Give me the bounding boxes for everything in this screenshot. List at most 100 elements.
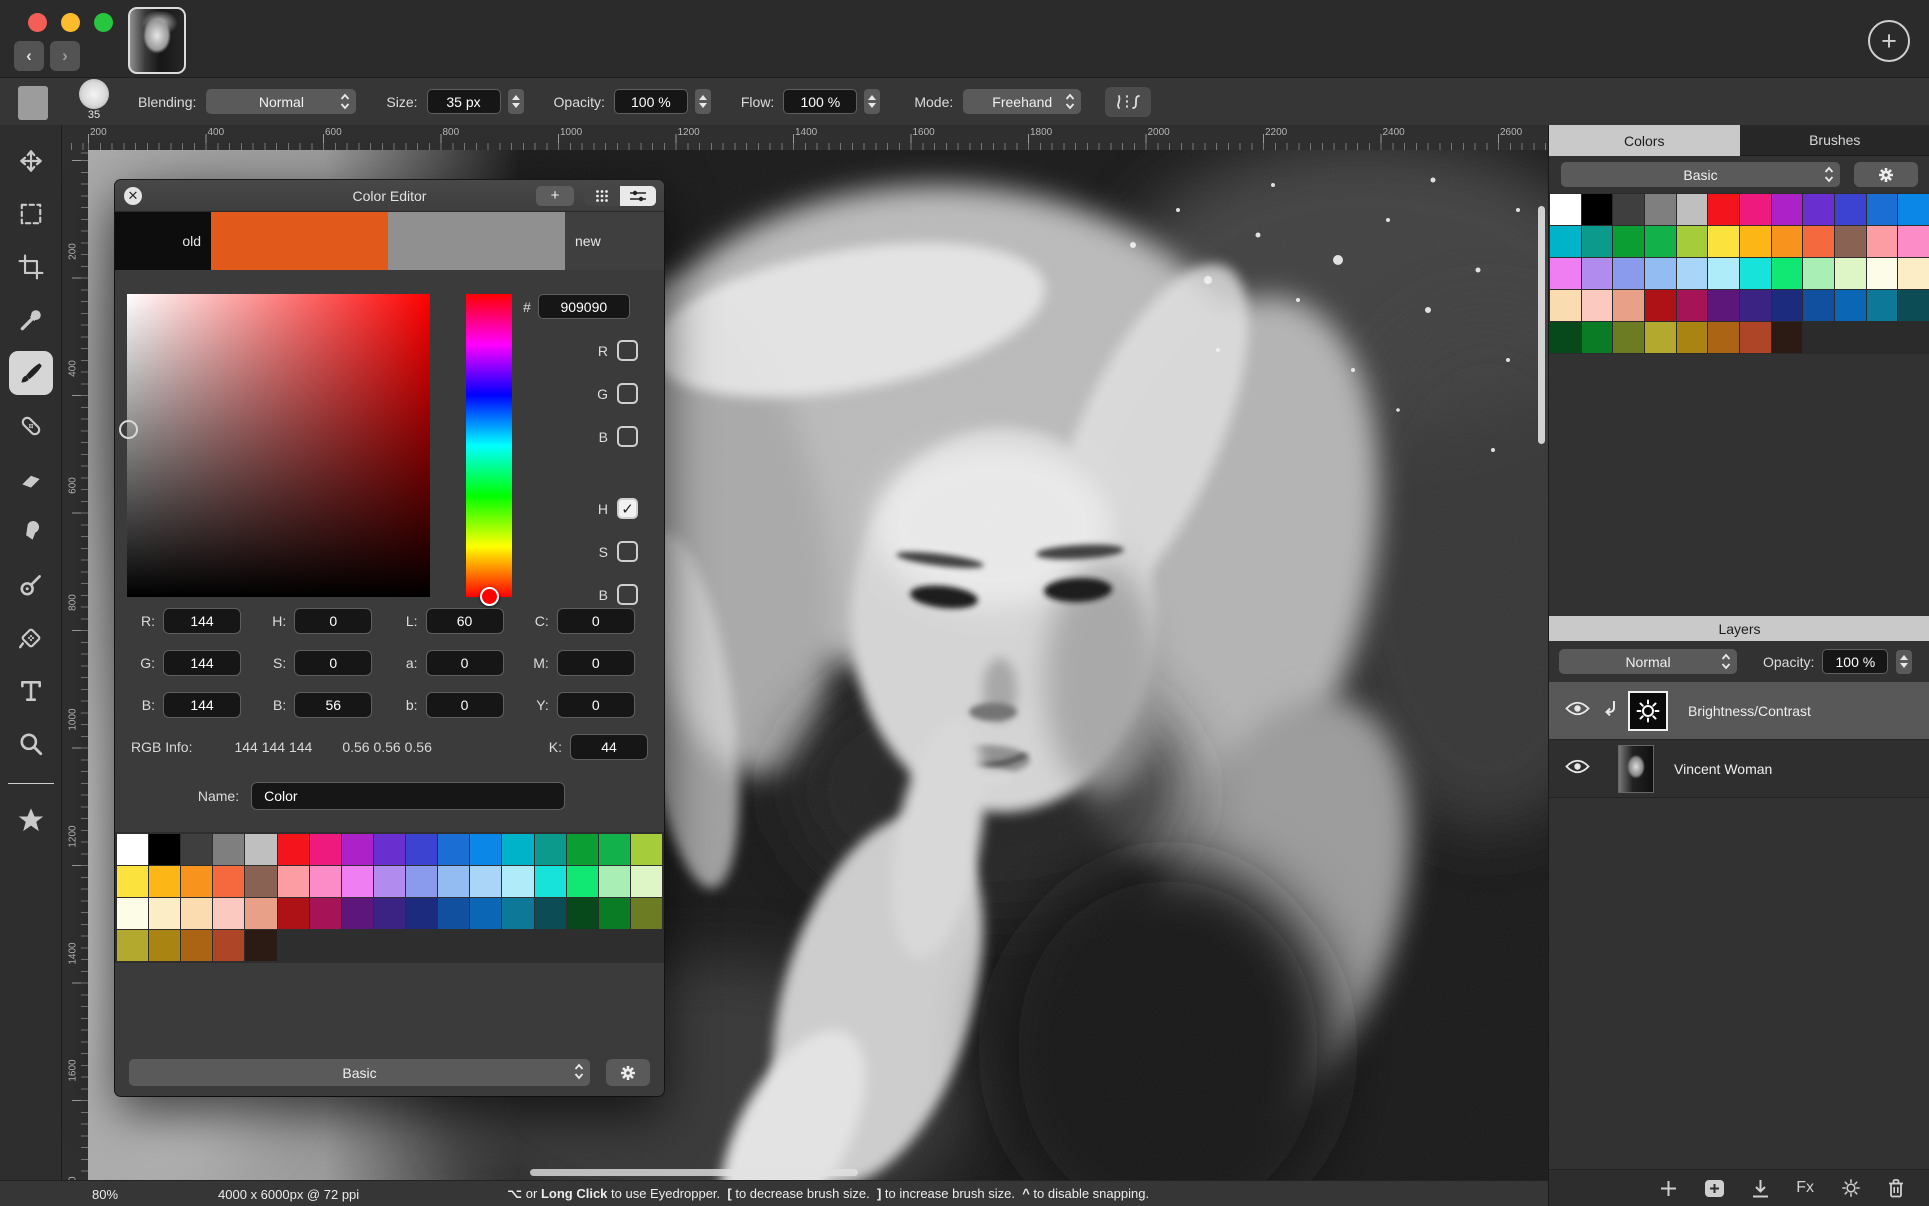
brightness-contrast-adjustment-icon[interactable] [1628, 690, 1668, 731]
crop-tool[interactable] [9, 245, 53, 289]
hex-input[interactable]: 909090 [537, 294, 630, 319]
color-swatch[interactable] [598, 834, 630, 865]
hue-strip[interactable] [466, 294, 512, 606]
color-swatch[interactable] [502, 834, 534, 865]
color-swatch[interactable] [373, 834, 406, 865]
value-input[interactable]: 56 [294, 692, 373, 718]
color-swatch[interactable] [1834, 194, 1866, 225]
color-swatch[interactable] [630, 866, 662, 897]
retouch-tool[interactable] [9, 404, 53, 448]
color-swatch[interactable] [309, 866, 341, 897]
color-swatch[interactable] [181, 866, 213, 897]
color-swatch[interactable] [438, 866, 470, 897]
color-swatch[interactable] [1708, 258, 1739, 289]
layer-thumbnail[interactable] [1618, 744, 1654, 793]
color-swatch[interactable] [1771, 226, 1803, 257]
color-swatch[interactable] [1613, 258, 1644, 289]
color-swatch[interactable] [1898, 258, 1929, 289]
value-input[interactable]: 144 [163, 692, 241, 718]
color-swatch[interactable] [1550, 226, 1581, 257]
color-swatch[interactable] [1866, 226, 1898, 257]
color-swatch[interactable] [309, 898, 341, 929]
color-swatch[interactable] [277, 898, 309, 929]
color-swatch[interactable] [1676, 226, 1708, 257]
sliders-view-button[interactable] [620, 185, 656, 206]
color-swatch[interactable] [438, 898, 470, 929]
color-swatch[interactable] [1644, 226, 1676, 257]
color-swatch[interactable] [566, 834, 598, 865]
value-input[interactable]: 60 [425, 608, 504, 634]
color-swatch[interactable] [566, 866, 598, 897]
color-swatch[interactable] [245, 834, 277, 865]
forward-button[interactable]: › [50, 41, 80, 71]
value-input[interactable]: 0 [425, 650, 504, 676]
color-swatch[interactable] [438, 834, 470, 865]
color-swatch[interactable] [566, 898, 598, 929]
color-swatch[interactable] [181, 834, 213, 865]
palette-dropdown[interactable]: Basic [1561, 162, 1840, 187]
add-layer-button[interactable] [1660, 1180, 1677, 1197]
palette-dropdown[interactable]: Basic [129, 1059, 590, 1086]
color-swatch[interactable] [1644, 322, 1676, 353]
select-tool[interactable] [9, 192, 53, 236]
color-swatch[interactable] [213, 930, 245, 961]
k-input[interactable]: 44 [570, 734, 648, 760]
color-editor-titlebar[interactable]: ✕ Color Editor + [115, 180, 664, 212]
color-swatch[interactable] [213, 898, 245, 929]
color-swatch[interactable] [1644, 258, 1676, 289]
channel-checkbox-r[interactable] [617, 340, 638, 361]
color-swatch[interactable] [1581, 322, 1613, 353]
color-swatch[interactable] [117, 834, 149, 865]
move-tool[interactable] [9, 139, 53, 183]
color-swatch[interactable] [1613, 322, 1644, 353]
value-input[interactable]: 144 [163, 650, 241, 676]
swatch-grid-view-button[interactable] [584, 185, 620, 206]
palette-settings-button[interactable] [1854, 162, 1918, 187]
vertical-scrollbar[interactable] [1538, 206, 1545, 444]
color-swatch[interactable] [406, 834, 438, 865]
color-swatch[interactable] [502, 898, 534, 929]
color-swatch[interactable] [1613, 194, 1644, 225]
color-swatch[interactable] [1866, 194, 1898, 225]
color-swatch[interactable] [213, 866, 245, 897]
color-swatch[interactable] [598, 898, 630, 929]
color-swatch[interactable] [406, 866, 438, 897]
color-swatch[interactable] [1803, 258, 1834, 289]
color-swatch[interactable] [1550, 290, 1581, 321]
layer-opacity-input[interactable]: 100 % [1822, 649, 1889, 674]
color-swatch[interactable] [181, 898, 213, 929]
color-swatch[interactable] [373, 898, 406, 929]
channel-checkbox-g[interactable] [617, 383, 638, 404]
color-swatch[interactable] [149, 834, 181, 865]
color-swatch[interactable] [1803, 290, 1834, 321]
color-swatch[interactable] [1581, 226, 1613, 257]
color-swatch[interactable] [213, 834, 245, 865]
color-swatch[interactable] [1739, 290, 1771, 321]
document-thumbnail[interactable] [128, 7, 186, 74]
color-swatch[interactable] [1739, 226, 1771, 257]
value-input[interactable]: 0 [294, 608, 373, 634]
paint-tool[interactable] [8, 351, 53, 395]
add-swatch-button[interactable]: + [536, 185, 574, 206]
value-input[interactable]: 0 [556, 650, 635, 676]
channel-checkbox-h[interactable]: ✓ [617, 498, 638, 519]
color-swatch[interactable] [149, 866, 181, 897]
close-window-button[interactable] [28, 13, 47, 32]
color-swatch[interactable] [1834, 290, 1866, 321]
mode-dropdown[interactable]: Freehand [963, 89, 1082, 114]
color-swatch[interactable] [470, 866, 502, 897]
favorites-tool[interactable] [9, 798, 53, 842]
color-swatch[interactable] [1803, 194, 1834, 225]
color-swatch[interactable] [341, 834, 373, 865]
zoom-window-button[interactable] [94, 13, 113, 32]
flow-stepper[interactable] [864, 89, 881, 114]
tab-brushes[interactable]: Brushes [1739, 125, 1929, 156]
color-swatch[interactable] [1834, 226, 1866, 257]
layer-opacity-stepper[interactable] [1896, 649, 1913, 674]
color-swatch[interactable] [406, 898, 438, 929]
color-swatch[interactable] [502, 866, 534, 897]
saturation-brightness-square[interactable] [119, 294, 430, 597]
color-swatch[interactable] [534, 898, 566, 929]
add-group-button[interactable] [1704, 1179, 1725, 1198]
color-swatch[interactable] [598, 866, 630, 897]
